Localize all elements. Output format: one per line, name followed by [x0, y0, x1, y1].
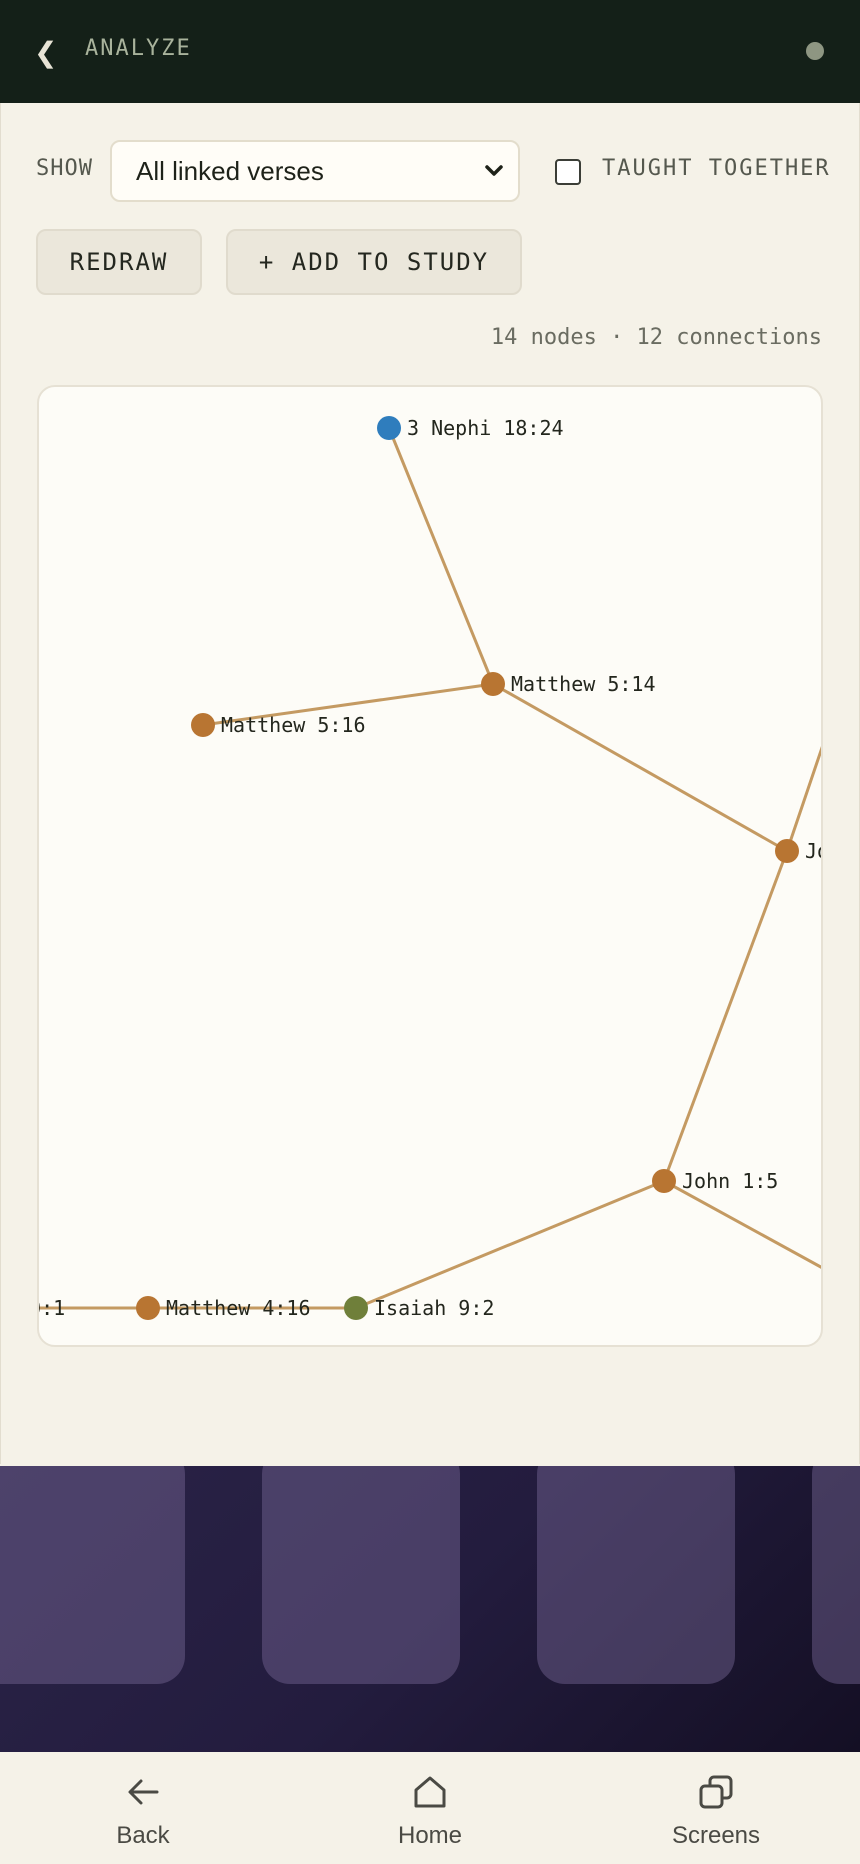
verse-graph[interactable]: 3 Nephi 18:24 Matthew 5:14 Matthew 5:16 Jo J…	[37, 385, 823, 1347]
graph-node-label[interactable]: Matthew 5:14	[511, 672, 656, 696]
graph-node[interactable]	[377, 416, 401, 440]
app-card-preview[interactable]	[537, 1466, 735, 1684]
graph-node[interactable]	[136, 1296, 160, 1320]
nav-screens-button[interactable]: Screens	[626, 1752, 806, 1864]
app-card-preview[interactable]	[262, 1466, 460, 1684]
graph-node[interactable]	[344, 1296, 368, 1320]
back-chevron-icon[interactable]: ❮	[34, 36, 57, 70]
nav-back-label: Back	[116, 1822, 170, 1849]
graph-stats: 14 nodes · 12 connections	[490, 325, 822, 350]
nav-back-button[interactable]: Back	[53, 1752, 233, 1864]
arrow-left-icon	[128, 1779, 159, 1805]
show-label: SHOW	[36, 156, 93, 181]
graph-node[interactable]	[191, 713, 215, 737]
top-app-bar: ❮ ANALYZE	[0, 0, 860, 103]
add-to-study-button[interactable]: + ADD TO STUDY	[226, 229, 522, 295]
taught-together-checkbox[interactable]	[555, 159, 581, 185]
nav-home-label: Home	[397, 1822, 463, 1849]
graph-edge	[663, 1179, 821, 1269]
app-card-preview[interactable]	[812, 1466, 860, 1684]
nav-home-button[interactable]: Home	[340, 1752, 520, 1864]
graph-node-label[interactable]: Matthew 4:16	[166, 1296, 311, 1320]
screens-icon	[699, 1775, 733, 1809]
graph-edge	[492, 682, 788, 853]
bottom-navigation: Back Home Screens	[0, 1752, 860, 1864]
graph-node-label[interactable]: 3 Nephi 18:24	[407, 416, 564, 440]
show-filter-value: All linked verses	[136, 156, 324, 186]
graph-edge	[387, 427, 495, 685]
graph-node-label[interactable]: Jo	[805, 839, 823, 863]
home-icon	[414, 1776, 446, 1808]
nav-screens-label: Screens	[671, 1822, 761, 1849]
graph-node[interactable]	[652, 1169, 676, 1193]
status-dot-icon	[806, 42, 824, 60]
taught-together-label[interactable]: TAUGHT TOGETHER	[602, 156, 831, 181]
graph-node-label[interactable]: Matthew 5:16	[221, 713, 366, 737]
page-title: ANALYZE	[85, 36, 192, 61]
graph-node[interactable]	[481, 672, 505, 696]
graph-edge	[355, 1179, 665, 1310]
redraw-button[interactable]: REDRAW	[36, 229, 202, 295]
graph-canvas[interactable]: 3 Nephi 18:24 Matthew 5:14 Matthew 5:16 Jo J…	[39, 387, 823, 1347]
graph-node-label[interactable]: 60:1	[39, 1296, 65, 1320]
graph-node-label[interactable]: John 1:5	[682, 1169, 778, 1193]
app-card-preview[interactable]	[0, 1466, 185, 1684]
show-filter-select[interactable]: All linked verses	[110, 140, 520, 202]
graph-edge	[785, 745, 821, 852]
graph-node-label[interactable]: Isaiah 9:2	[374, 1296, 494, 1320]
chevron-down-icon	[485, 165, 503, 176]
recents-background	[0, 1466, 860, 1752]
graph-node[interactable]	[775, 839, 799, 863]
graph-edge	[662, 850, 789, 1182]
